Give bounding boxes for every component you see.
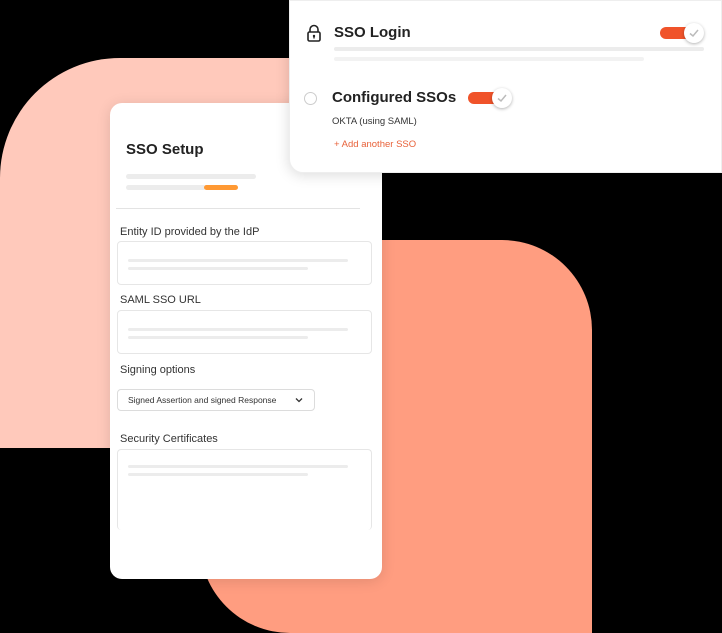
placeholder-line <box>128 259 348 262</box>
signing-options-select[interactable]: Signed Assertion and signed Response <box>117 389 315 411</box>
check-icon <box>497 94 507 103</box>
security-certificates-field[interactable] <box>117 449 372 530</box>
lock-icon <box>307 24 321 42</box>
security-certificates-label: Security Certificates <box>120 433 218 445</box>
configured-ssos-title: Configured SSOs <box>332 89 457 106</box>
check-icon <box>689 29 699 38</box>
placeholder-line <box>126 185 206 190</box>
entity-id-label: Entity ID provided by the IdP <box>120 226 260 238</box>
add-another-sso-link[interactable]: + Add another SSO <box>334 139 416 150</box>
placeholder-line <box>128 267 308 270</box>
placeholder-line <box>334 57 644 61</box>
entity-id-field[interactable] <box>117 241 372 285</box>
sso-login-title: SSO Login <box>334 24 411 41</box>
saml-sso-url-label: SAML SSO URL <box>120 294 201 306</box>
signing-options-value: Signed Assertion and signed Response <box>128 395 277 405</box>
placeholder-line <box>334 47 704 51</box>
sso-login-toggle[interactable] <box>660 23 704 43</box>
configured-ssos-radio[interactable] <box>304 92 317 105</box>
placeholder-line <box>126 174 256 179</box>
provider-name: OKTA (using SAML) <box>332 116 417 127</box>
setup-title: SSO Setup <box>126 141 204 158</box>
configured-ssos-toggle[interactable] <box>468 88 512 108</box>
chevron-down-icon <box>295 398 303 403</box>
placeholder-line <box>128 328 348 331</box>
placeholder-line <box>128 336 308 339</box>
saml-sso-url-field[interactable] <box>117 310 372 354</box>
placeholder-line <box>128 473 308 476</box>
divider <box>116 208 360 209</box>
signing-options-label: Signing options <box>120 364 196 376</box>
sso-setup-card: SSO Setup Entity ID provided by the IdP … <box>110 103 382 579</box>
sso-login-card: SSO Login Configured SSOs OKTA (using SA… <box>289 0 722 173</box>
placeholder-line <box>128 465 348 468</box>
progress-indicator <box>204 185 238 190</box>
